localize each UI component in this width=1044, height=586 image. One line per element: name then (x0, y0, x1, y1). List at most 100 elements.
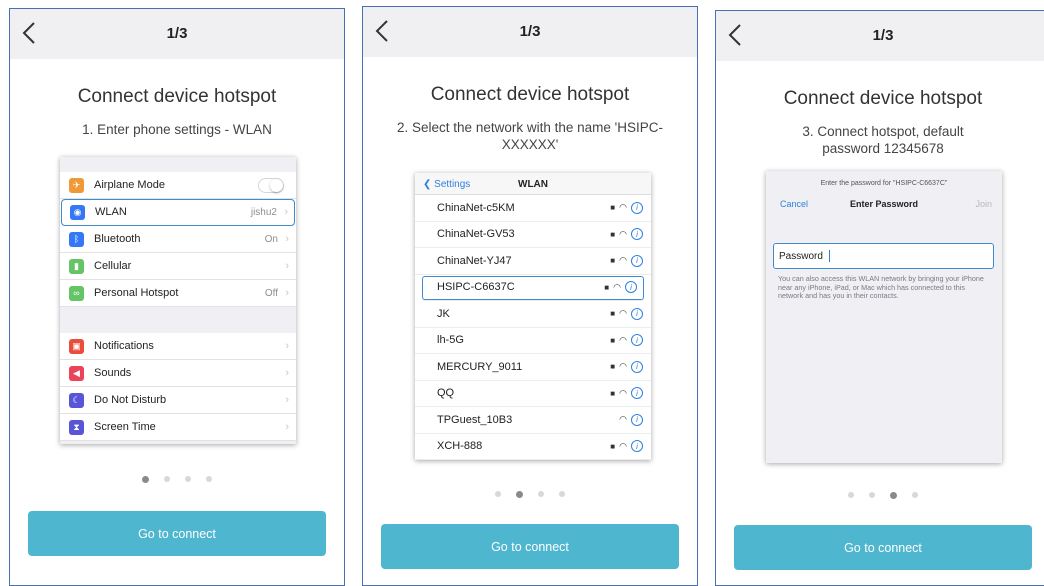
network-status-icons: ◠ i (619, 413, 643, 426)
info-icon[interactable]: i (631, 254, 643, 267)
wifi-signal-icon: ◠ (619, 255, 627, 266)
airplane-icon: ✈ (69, 177, 84, 193)
password-note: You can also access this WLAN network by… (778, 274, 984, 301)
nav-bar: 1/3 (716, 11, 1044, 61)
chevron-right-icon: › (284, 206, 288, 218)
network-row[interactable]: QQ ■ ◠ i (415, 381, 651, 407)
page-title: Connect device hotspot (77, 86, 277, 107)
network-row[interactable]: TPGuest_10B3 ◠ i (415, 407, 651, 434)
network-row[interactable]: ChinaNet-YJ47 ■ ◠ i (415, 248, 651, 275)
page-dot[interactable] (164, 476, 170, 482)
wlan-header-title: WLAN (518, 179, 548, 190)
lock-icon: ■ (610, 388, 616, 398)
network-row[interactable]: ChinaNet-c5KM ■ ◠ i (415, 195, 651, 222)
airplane-mode-toggle[interactable] (258, 177, 284, 193)
settings-row-airplane-mode[interactable]: ✈ Airplane Mode (60, 172, 296, 199)
password-field[interactable]: Password (773, 243, 994, 269)
info-icon[interactable]: i (631, 440, 643, 453)
network-row[interactable]: MERCURY_9011 ■ ◠ i (415, 354, 651, 381)
moon-icon: ☾ (69, 392, 84, 408)
settings-row-label: Airplane Mode (94, 179, 165, 191)
settings-row-do-not-disturb[interactable]: ☾ Do Not Disturb › (60, 387, 296, 414)
network-list: ChinaNet-c5KM ■ ◠ i ChinaNet-GV53 ■ ◠ i ChinaNet… (415, 195, 651, 460)
wifi-signal-icon: ◠ (613, 281, 621, 292)
page-dot[interactable] (206, 476, 212, 482)
page-title: Connect device hotspot (430, 84, 630, 105)
page-dot[interactable] (538, 491, 544, 497)
network-status-icons: ■ ◠ i (610, 440, 643, 453)
lock-icon: ■ (610, 256, 616, 266)
wifi-icon: ◉ (70, 204, 85, 220)
chevron-right-icon: › (285, 367, 289, 379)
lock-icon: ■ (610, 362, 616, 372)
step-instruction: 1. Enter phone settings - WLAN (82, 122, 272, 137)
lock-icon: ■ (610, 441, 616, 451)
lock-icon: ■ (610, 309, 616, 319)
page-title: Connect device hotspot (783, 88, 983, 109)
page-dot[interactable] (912, 492, 918, 498)
notifications-icon: ▣ (69, 338, 84, 354)
info-icon[interactable]: i (631, 360, 643, 373)
network-name: ChinaNet-GV53 (437, 228, 515, 241)
settings-row-sounds[interactable]: ◀ Sounds › (60, 360, 296, 387)
network-name: lh-5G (437, 334, 464, 347)
page-indicator (10, 475, 344, 483)
settings-row-value: On (264, 233, 278, 245)
sounds-icon: ◀ (69, 365, 84, 381)
panel-step-2: 1/3 Connect device hotspot 2. Select the… (362, 6, 698, 586)
wifi-signal-icon: ◠ (619, 440, 627, 451)
settings-row-cellular[interactable]: ▮ Cellular › (60, 253, 296, 280)
info-icon[interactable]: i (631, 413, 643, 426)
page-dot[interactable] (559, 491, 565, 497)
network-row[interactable]: ChinaNet-GV53 ■ ◠ i (415, 222, 651, 248)
network-row[interactable]: XCH-888 ■ ◠ i (415, 434, 651, 460)
go-to-connect-button[interactable]: Go to connect (381, 524, 679, 569)
nav-title: 1/3 (519, 23, 541, 40)
panel-step-1: 1/3 Connect device hotspot 1. Enter phon… (9, 8, 345, 586)
network-row[interactable]: lh-5G ■ ◠ i (415, 328, 651, 354)
wifi-signal-icon: ◠ (619, 361, 627, 372)
network-name: ChinaNet-YJ47 (437, 254, 512, 267)
page-dot[interactable] (848, 492, 854, 498)
settings-row-bluetooth[interactable]: ᛒ Bluetooth On › (60, 226, 296, 253)
settings-screenshot: ✈ Airplane Mode ◉ WLAN jishu2 › ᛒ Bluetooth On › ▮… (60, 157, 296, 444)
settings-row-personal-hotspot[interactable]: ∞ Personal Hotspot Off › (60, 280, 296, 307)
network-row[interactable]: JK ■ ◠ i (415, 301, 651, 328)
page-dot[interactable] (142, 475, 149, 483)
settings-row-screen-time[interactable]: ⧗ Screen Time › (60, 414, 296, 441)
network-name: HSIPC-C6637C (437, 281, 515, 294)
step-instruction: 2. Select the network with the name 'HSI… (397, 120, 663, 152)
page-dot[interactable] (869, 492, 875, 498)
page-dot[interactable] (185, 476, 191, 482)
wifi-signal-icon: ◠ (619, 414, 627, 425)
join-button[interactable]: Join (975, 199, 992, 209)
lock-icon: ■ (610, 229, 616, 239)
page-dot[interactable] (495, 491, 501, 497)
network-row[interactable]: HSIPC-C6637C ■ ◠ i (421, 275, 645, 301)
go-to-connect-button[interactable]: Go to connect (28, 511, 326, 556)
settings-row-notifications[interactable]: ▣ Notifications › (60, 333, 296, 360)
page-indicator (716, 491, 1044, 499)
network-name: MERCURY_9011 (437, 360, 523, 373)
password-hint: Enter the password for "HSIPC-C6637C" (820, 180, 948, 187)
info-icon[interactable]: i (631, 228, 643, 241)
text-cursor (828, 250, 830, 262)
info-icon[interactable]: i (631, 387, 643, 400)
network-status-icons: ■ ◠ i (610, 254, 643, 267)
wifi-signal-icon: ◠ (619, 202, 627, 213)
info-icon[interactable]: i (625, 281, 637, 294)
page-dot[interactable] (516, 490, 523, 498)
info-icon[interactable]: i (631, 307, 643, 320)
network-status-icons: ■ ◠ i (604, 281, 637, 294)
settings-row-value: Off (264, 287, 278, 299)
hourglass-icon: ⧗ (69, 419, 84, 435)
password-dialog-bar: Cancel Enter Password Join (766, 187, 1002, 215)
wifi-signal-icon: ◠ (619, 387, 627, 398)
settings-row-wlan[interactable]: ◉ WLAN jishu2 › (61, 199, 295, 226)
info-icon[interactable]: i (631, 334, 643, 347)
settings-row-label: Screen Time (94, 421, 156, 433)
go-to-connect-button[interactable]: Go to connect (734, 525, 1032, 570)
page-dot[interactable] (890, 491, 897, 499)
lock-icon: ■ (610, 335, 616, 345)
info-icon[interactable]: i (631, 201, 643, 214)
